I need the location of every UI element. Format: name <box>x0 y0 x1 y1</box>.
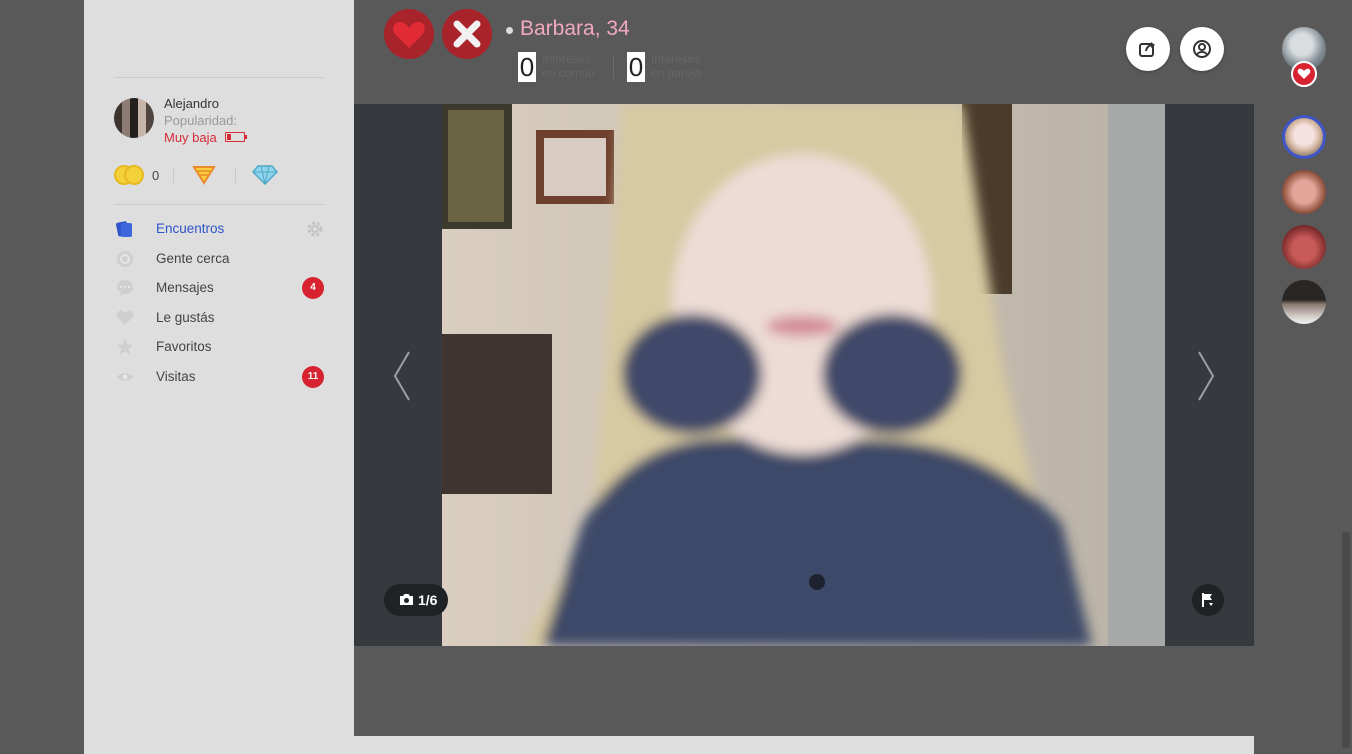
photo-counter[interactable]: 1/6 <box>384 584 448 616</box>
credits-count: 0 <box>152 168 160 183</box>
profile-header: Barbara, 34 0 Intereses en común 0 Inter… <box>354 0 1254 104</box>
photo-counter-text: 1/6 <box>418 592 438 608</box>
cards-icon <box>116 221 132 237</box>
divider <box>114 204 324 205</box>
divider <box>114 77 324 78</box>
sidebar-item-label: Favoritos <box>156 339 212 354</box>
sidebar-item-favoritos[interactable]: Favoritos <box>114 336 324 358</box>
stat-label: Intereses en pareja <box>651 52 701 80</box>
heart-icon <box>1297 68 1311 79</box>
sidebar-item-label: Visitas <box>156 369 196 384</box>
stat-label-line: Intereses <box>542 52 592 66</box>
star-icon <box>117 339 133 355</box>
dislike-button[interactable] <box>442 9 492 59</box>
match-avatar[interactable] <box>1282 170 1326 214</box>
notification-badge: 11 <box>302 366 324 388</box>
profile-name-age[interactable]: Barbara, 34 <box>520 17 630 41</box>
divider <box>613 55 614 79</box>
previous-photo-button[interactable] <box>392 350 412 402</box>
sidebar-item-label: Le gustás <box>156 310 215 325</box>
close-icon <box>453 20 481 48</box>
gear-icon[interactable] <box>306 220 324 238</box>
match-avatar[interactable] <box>1282 225 1326 269</box>
camera-icon <box>400 594 413 605</box>
matches-rail <box>1254 0 1340 754</box>
user-circle-icon <box>1193 40 1211 58</box>
report-button[interactable] <box>1192 584 1224 616</box>
online-indicator <box>506 27 513 34</box>
profile-photo[interactable] <box>442 104 1165 646</box>
popularity-level[interactable]: Muy baja <box>164 130 217 145</box>
stat-label-line: en pareja <box>651 66 702 80</box>
scrollbar[interactable] <box>1340 0 1352 754</box>
chat-icon <box>117 280 133 296</box>
sidebar-item-label: Gente cerca <box>156 251 230 266</box>
sidebar-item-encuentros[interactable]: Encuentros <box>114 218 324 240</box>
flag-icon <box>1202 593 1213 607</box>
coins-icon[interactable] <box>114 165 146 185</box>
heart-icon <box>116 310 134 325</box>
sidebar-item-label: Mensajes <box>156 280 214 295</box>
content-area <box>354 646 1254 736</box>
stat-label-line: en común <box>542 66 595 80</box>
next-photo-button[interactable] <box>1196 350 1216 402</box>
divider <box>173 167 174 183</box>
notification-badge: 4 <box>302 277 324 299</box>
user-name[interactable]: Alejandro <box>164 96 219 111</box>
photo-viewer: 1/6 <box>354 104 1254 646</box>
avatar[interactable] <box>114 98 154 138</box>
like-button[interactable] <box>384 9 434 59</box>
stat-label-line: Intereses <box>651 52 701 66</box>
battery-icon <box>225 132 247 142</box>
divider <box>235 167 236 183</box>
share-icon <box>1139 42 1155 57</box>
eye-icon <box>117 373 133 381</box>
diamond-icon[interactable] <box>252 165 278 185</box>
match-avatar[interactable] <box>1282 115 1326 159</box>
sidebar-item-le-gustas[interactable]: Le gustás <box>114 307 324 329</box>
sidebar-item-mensajes[interactable]: Mensajes 4 <box>114 277 324 299</box>
match-avatar[interactable] <box>1282 280 1326 324</box>
left-gutter <box>0 0 84 754</box>
superpowers-icon[interactable] <box>192 165 216 185</box>
sidebar-item-gente-cerca[interactable]: Gente cerca <box>114 248 324 270</box>
partner-interests-count: 0 <box>627 52 645 82</box>
location-icon <box>117 251 133 267</box>
footer-strip <box>354 736 1254 754</box>
view-profile-button[interactable] <box>1180 27 1224 71</box>
sidebar-item-visitas[interactable]: Visitas 11 <box>114 366 324 388</box>
scrollbar-thumb[interactable] <box>1342 532 1350 748</box>
sidebar-item-label: Encuentros <box>156 221 225 236</box>
heart-icon <box>393 22 425 48</box>
common-interests-count: 0 <box>518 52 536 82</box>
stat-label: Intereses en común <box>542 52 595 80</box>
share-button[interactable] <box>1126 27 1170 71</box>
photo-image <box>442 104 1165 646</box>
popularity-label: Popularidad: <box>164 113 237 128</box>
sidebar: Alejandro Popularidad: Muy baja 0 Encuen… <box>84 0 354 754</box>
like-badge <box>1291 61 1317 87</box>
